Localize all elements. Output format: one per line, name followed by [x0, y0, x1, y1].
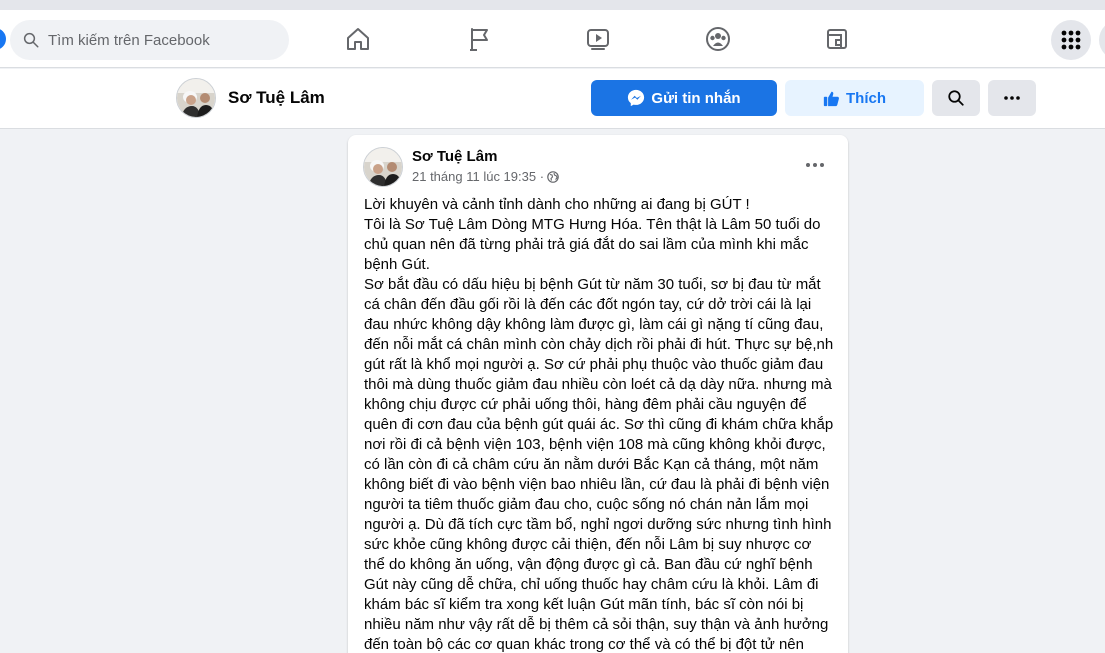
avatar[interactable]: [176, 78, 216, 118]
browser-edge: [0, 0, 1105, 10]
home-icon[interactable]: [341, 22, 375, 56]
profile-more-button[interactable]: [988, 80, 1036, 116]
search-box[interactable]: [10, 20, 289, 60]
post-card: Sơ Tuệ Lâm 21 tháng 11 lúc 19:35 · Lời k…: [348, 135, 848, 653]
pages-flag-icon[interactable]: [462, 22, 496, 56]
search-icon: [948, 90, 964, 106]
profile-search-button[interactable]: [932, 80, 980, 116]
post-timestamp[interactable]: 21 tháng 11 lúc 19:35 ·: [412, 169, 544, 184]
menu-button[interactable]: [1051, 20, 1091, 60]
search-icon: [23, 32, 39, 48]
post-meta: 21 tháng 11 lúc 19:35 ·: [412, 169, 559, 184]
more-options-icon: [806, 163, 824, 167]
post-author-name[interactable]: Sơ Tuệ Lâm: [412, 148, 497, 165]
messenger-icon: [628, 89, 645, 107]
top-navigation-bar: [0, 0, 1105, 68]
like-page-button[interactable]: Thích: [785, 80, 924, 116]
watch-video-icon[interactable]: [581, 22, 615, 56]
profile-header-bar: Sơ Tuệ Lâm Gửi tin nhắn Thích: [0, 69, 1105, 129]
like-label: Thích: [846, 89, 886, 107]
search-input[interactable]: [48, 31, 268, 49]
profile-name[interactable]: Sơ Tuệ Lâm: [228, 88, 325, 108]
groups-icon[interactable]: [701, 22, 735, 56]
thumbs-up-icon: [823, 91, 839, 106]
post-text: Lời khuyên và cảnh tỉnh dành cho những a…: [364, 196, 834, 653]
gaming-icon[interactable]: [820, 22, 854, 56]
send-message-label: Gửi tin nhắn: [651, 89, 741, 107]
send-message-button[interactable]: Gửi tin nhắn: [591, 80, 777, 116]
facebook-logo-icon[interactable]: [0, 28, 6, 50]
globe-icon: [547, 170, 559, 183]
more-options-icon: [1004, 96, 1020, 100]
post-options-button[interactable]: [797, 149, 833, 181]
grid-menu-icon: [1061, 30, 1081, 50]
messenger-button[interactable]: [1099, 20, 1105, 60]
avatar[interactable]: [363, 147, 403, 187]
